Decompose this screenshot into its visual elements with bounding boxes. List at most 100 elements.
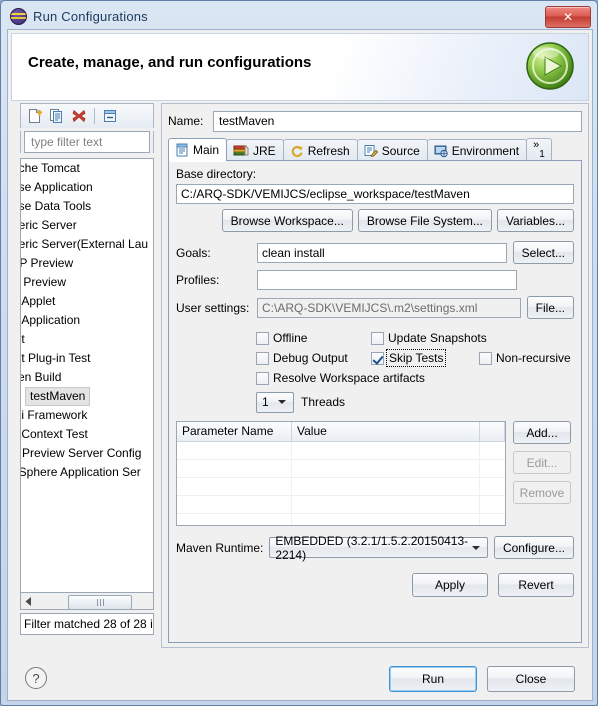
threads-value: 1 <box>262 395 269 409</box>
tree-item[interactable]: ven Build <box>21 368 153 387</box>
add-parameter-button[interactable]: Add... <box>513 421 571 444</box>
run-configurations-window: Run Configurations ✕ Create, manage, and… <box>0 0 598 706</box>
apply-button[interactable]: Apply <box>412 573 488 597</box>
profiles-input[interactable] <box>257 270 517 290</box>
search-input[interactable]: type filter text <box>24 131 150 153</box>
column-header-parameter-name[interactable]: Parameter Name <box>177 422 292 441</box>
tree-item[interactable]: bSphere Application Ser <box>21 463 153 482</box>
name-label: Name: <box>168 114 204 128</box>
cell-value <box>292 460 480 477</box>
tab-overflow-button[interactable]: » 1 <box>526 138 552 161</box>
update-snapshots-checkbox[interactable] <box>371 331 384 345</box>
column-header-value[interactable]: Value <box>292 422 480 441</box>
run-button[interactable]: Run <box>389 666 477 692</box>
tree-item[interactable]: TP Preview <box>21 254 153 273</box>
table-row[interactable] <box>177 460 505 478</box>
name-input[interactable]: testMaven <box>213 110 582 132</box>
tab-main[interactable]: Main <box>168 138 228 162</box>
close-dialog-button[interactable]: Close <box>487 666 575 692</box>
tree-item[interactable]: pse Data Tools <box>21 197 153 216</box>
help-button[interactable]: ? <box>25 667 47 689</box>
tree-item[interactable]: b Preview Server Config <box>21 444 153 463</box>
offline-checkbox-row[interactable]: Offline <box>256 331 371 345</box>
non-recursive-checkbox[interactable] <box>479 351 492 365</box>
resolve-workspace-artifacts-checkbox[interactable] <box>256 371 269 385</box>
tree-item[interactable]: nit Plug-in Test <box>21 349 153 368</box>
offline-checkbox[interactable] <box>256 331 269 345</box>
delete-icon[interactable] <box>68 106 90 127</box>
goals-input[interactable]: clean install <box>257 242 507 263</box>
run-large-icon <box>526 42 574 90</box>
scroll-left-icon[interactable] <box>21 594 36 609</box>
tab-environment[interactable]: Environment <box>426 139 528 161</box>
name-row: Name: testMaven <box>168 110 582 132</box>
dialog-button-bar: ? Run Close <box>11 662 589 698</box>
tree-item[interactable]: nit <box>21 330 153 349</box>
tree-item[interactable]: testMaven <box>21 387 153 406</box>
cell-value <box>292 496 480 513</box>
skip-tests-checkbox-row[interactable]: Skip Tests <box>371 349 479 367</box>
config-tabs: Main JRE Refresh Source Environment » 1 <box>168 138 582 162</box>
config-editor-panel: Name: testMaven Main JRE Refresh Source Envi… <box>161 103 589 648</box>
launch-config-tree[interactable]: ache Tomcatpse Applicationpse Data Tools… <box>20 158 154 593</box>
tab-refresh[interactable]: Refresh <box>282 139 358 161</box>
tab-jre[interactable]: JRE <box>226 139 284 161</box>
table-row[interactable] <box>177 478 505 496</box>
user-settings-file-button[interactable]: File... <box>526 296 574 319</box>
table-row[interactable] <box>177 496 505 514</box>
tree-item[interactable]: ache Tomcat <box>21 159 153 178</box>
scrollbar-thumb[interactable] <box>68 594 132 610</box>
cell-value <box>292 478 480 495</box>
launch-config-tree-panel: type filter text ache Tomcatpse Applicat… <box>20 103 154 648</box>
browse-file-system-button[interactable]: Browse File System... <box>357 209 492 232</box>
update-snapshots-label: Update Snapshots <box>388 331 487 345</box>
skip-tests-label: Skip Tests <box>385 349 447 367</box>
select-goals-button[interactable]: Select... <box>512 241 574 264</box>
base-directory-input[interactable]: C:/ARQ-SDK/VEMIJCS/eclipse_workspace/tes… <box>176 184 574 204</box>
duplicate-icon[interactable] <box>46 106 68 127</box>
tree-item[interactable]: neric Server <box>21 216 153 235</box>
threads-combo[interactable]: 1 <box>256 391 294 413</box>
tree-item[interactable]: a Application <box>21 311 153 330</box>
close-button[interactable]: ✕ <box>545 6 591 28</box>
user-settings-input[interactable]: C:\ARQ-SDK\VEMIJCS\.m2\settings.xml <box>257 297 521 318</box>
maven-runtime-label: Maven Runtime: <box>176 540 264 555</box>
chevron-down-icon <box>471 545 480 550</box>
collapse-all-icon[interactable] <box>99 106 121 127</box>
close-icon: ✕ <box>562 10 574 24</box>
configure-runtime-button[interactable]: Configure... <box>493 536 574 559</box>
tab-label: Environment <box>451 143 520 158</box>
variables-button[interactable]: Variables... <box>496 209 574 232</box>
tree-item[interactable]: E Preview <box>21 273 153 292</box>
skip-tests-checkbox[interactable] <box>371 351 384 365</box>
parameters-table[interactable]: Parameter Name Value <box>176 421 506 526</box>
debug-output-checkbox[interactable] <box>256 351 269 365</box>
table-row[interactable] <box>177 442 505 460</box>
table-row[interactable] <box>177 514 505 525</box>
tree-item[interactable]: k Context Test <box>21 425 153 444</box>
new-launch-configuration-icon[interactable] <box>24 106 46 127</box>
resolve-workspace-artifacts-checkbox-row[interactable]: Resolve Workspace artifacts <box>256 371 425 385</box>
tree-horizontal-scrollbar[interactable] <box>20 593 154 610</box>
browse-workspace-button[interactable]: Browse Workspace... <box>221 209 353 232</box>
tab-label: Main <box>193 143 220 157</box>
scrollbar-track[interactable] <box>36 594 153 610</box>
goals-label: Goals: <box>176 245 211 260</box>
tree-item[interactable]: neric Server(External Lau <box>21 235 153 254</box>
update-snapshots-checkbox-row[interactable]: Update Snapshots <box>371 331 487 345</box>
tab-source[interactable]: Source <box>356 139 428 161</box>
tree-item[interactable]: pse Application <box>21 178 153 197</box>
debug-output-checkbox-row[interactable]: Debug Output <box>256 351 371 365</box>
tab-label: Refresh <box>307 143 350 158</box>
tree-item[interactable]: Gi Framework <box>21 406 153 425</box>
offline-label: Offline <box>273 331 308 345</box>
filter-placeholder: type filter text <box>31 135 103 149</box>
non-recursive-checkbox-row[interactable]: Non-recursive <box>479 351 571 365</box>
refresh-tab-icon <box>290 144 304 158</box>
threads-label: Threads <box>301 395 346 409</box>
non-recursive-label: Non-recursive <box>496 351 571 365</box>
tree-item[interactable]: a Applet <box>21 292 153 311</box>
maven-runtime-combo[interactable]: EMBEDDED (3.2.1/1.5.2.20150413-2214) <box>269 534 488 562</box>
cell-value <box>292 514 480 525</box>
revert-button[interactable]: Revert <box>498 573 574 597</box>
